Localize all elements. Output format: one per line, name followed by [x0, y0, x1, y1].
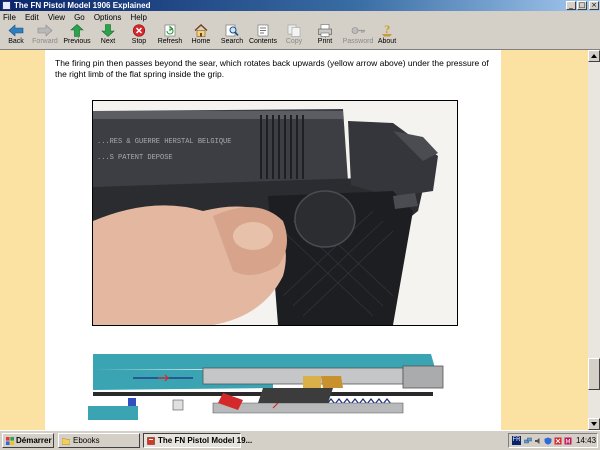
start-label: Démarrer: [16, 436, 52, 445]
stop-icon: [132, 24, 146, 37]
search-icon: [225, 24, 239, 37]
vertical-scrollbar[interactable]: [588, 50, 600, 430]
document-viewport[interactable]: The firing pin then passes beyond the se…: [0, 50, 588, 430]
svg-text:?: ?: [384, 25, 390, 36]
stop-label: Stop: [131, 38, 147, 45]
down-arrow-icon: [101, 24, 115, 37]
clock: 14:43: [576, 436, 597, 445]
contents-button[interactable]: Contents: [248, 23, 278, 49]
print-icon: [318, 24, 332, 37]
refresh-button[interactable]: Refresh: [155, 23, 185, 49]
antivirus-icon[interactable]: [554, 437, 562, 445]
messenger-icon[interactable]: M: [564, 437, 572, 445]
svg-text:M: M: [565, 439, 570, 446]
book-icon: [147, 437, 155, 445]
refresh-icon: [164, 24, 176, 37]
task-fn-pistol-label: The FN Pistol Model 19...: [158, 436, 253, 445]
shield-icon[interactable]: [544, 437, 552, 445]
home-button[interactable]: Home: [186, 23, 216, 49]
scroll-thumb[interactable]: [588, 358, 600, 390]
system-tray: FR M 14:43: [508, 433, 598, 448]
app-icon: [2, 1, 11, 10]
close-button[interactable]: ×: [589, 1, 599, 10]
forward-arrow-icon: [37, 24, 53, 37]
forward-label: Forward: [32, 38, 58, 45]
home-label: Home: [191, 38, 211, 45]
engraving-text: ...RES & GUERRE HERSTAL BELGIQUE: [97, 138, 231, 146]
scroll-up-button[interactable]: [588, 50, 600, 62]
copy-icon: [287, 24, 301, 37]
triangle-up-icon: [591, 54, 597, 58]
print-button[interactable]: Print: [310, 23, 340, 49]
password-key-icon: [351, 27, 365, 34]
password-label: Password: [342, 38, 374, 45]
right-margin-band: [501, 50, 588, 430]
print-label: Print: [317, 38, 333, 45]
document-page: The firing pin then passes beyond the se…: [45, 50, 501, 430]
refresh-label: Refresh: [157, 38, 183, 45]
pistol-photo: ...RES & GUERRE HERSTAL BELGIQUE ...S PA…: [92, 100, 458, 326]
triangle-down-icon: [591, 422, 597, 426]
body-paragraph: The firing pin then passes beyond the se…: [55, 58, 489, 79]
back-button[interactable]: Back: [1, 23, 31, 49]
task-ebooks[interactable]: Ebooks: [58, 433, 140, 448]
windows-logo-icon: [6, 437, 14, 445]
home-icon: [194, 24, 208, 37]
copy-label: Copy: [285, 38, 303, 45]
toolbar: Back Forward Previous Next Stop Refresh …: [0, 22, 600, 50]
taskbar: Démarrer Ebooks The FN Pistol Model 19..…: [0, 430, 600, 450]
minimize-button[interactable]: _: [566, 1, 576, 10]
pistol-hand-image: ...RES & GUERRE HERSTAL BELGIQUE ...S PA…: [93, 101, 457, 325]
task-fn-pistol[interactable]: The FN Pistol Model 19...: [143, 433, 252, 448]
password-button[interactable]: Password: [341, 23, 375, 49]
search-label: Search: [220, 38, 244, 45]
language-indicator[interactable]: FR: [512, 436, 521, 445]
maximize-button[interactable]: □: [577, 1, 587, 10]
stop-button[interactable]: Stop: [124, 23, 154, 49]
contents-label: Contents: [248, 38, 278, 45]
back-arrow-icon: [8, 24, 24, 37]
about-label: About: [377, 38, 397, 45]
copy-button[interactable]: Copy: [279, 23, 309, 49]
patent-text: ...S PATENT DEPOSE: [97, 154, 173, 162]
back-label: Back: [8, 38, 24, 45]
next-button[interactable]: Next: [93, 23, 123, 49]
up-arrow-icon: [70, 24, 84, 37]
contents-icon: [257, 24, 269, 37]
previous-button[interactable]: Previous: [62, 23, 92, 49]
about-button[interactable]: ? About: [372, 23, 402, 49]
next-label: Next: [100, 38, 116, 45]
about-icon: ?: [382, 25, 392, 37]
task-ebooks-label: Ebooks: [73, 436, 100, 445]
folder-icon: [62, 438, 70, 445]
scroll-down-button[interactable]: [588, 418, 600, 430]
title-bar: The FN Pistol Model 1906 Explained _ □ ×: [0, 0, 600, 11]
mechanism-diagram: [73, 348, 473, 430]
network-icon[interactable]: [524, 437, 532, 445]
window-title: The FN Pistol Model 1906 Explained: [14, 1, 151, 10]
forward-button[interactable]: Forward: [30, 23, 60, 49]
search-button[interactable]: Search: [217, 23, 247, 49]
volume-icon[interactable]: [534, 437, 542, 445]
start-button[interactable]: Démarrer: [2, 433, 54, 448]
previous-label: Previous: [63, 38, 91, 45]
menu-bar: File Edit View Go Options Help: [0, 11, 600, 22]
cutaway-diagram-image: [73, 348, 473, 430]
